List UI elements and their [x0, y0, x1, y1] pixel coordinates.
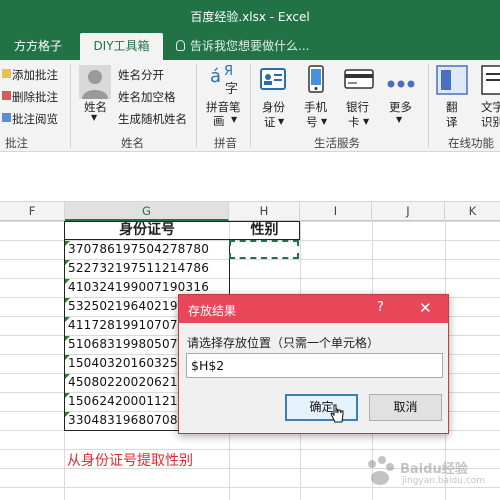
- column-header-g[interactable]: G: [65, 202, 229, 221]
- mobile-number-button-line2: 号: [306, 115, 318, 129]
- pinyin-icon-char: 字: [225, 82, 239, 97]
- add-comment-button[interactable]: 添加批注: [12, 67, 58, 83]
- group-label-name: 姓名: [121, 136, 144, 150]
- paw-logo-icon: [368, 456, 394, 485]
- table-row[interactable]: 370786197504278780: [66, 240, 229, 259]
- error-indicator: [65, 279, 70, 284]
- bank-card-button[interactable]: 银行: [346, 99, 369, 115]
- pinyin-icon-letter-r: Я: [224, 64, 234, 79]
- bank-card-icon: [344, 69, 374, 93]
- error-indicator: [65, 393, 70, 398]
- excel-window: { "window": {"title": "百度经验.xlsx - Excel…: [0, 0, 500, 500]
- lightbulb-icon: [176, 40, 185, 51]
- mobile-phone-icon: [308, 65, 324, 97]
- help-icon[interactable]: ?: [377, 300, 384, 315]
- comment-delete-icon: [2, 91, 11, 100]
- error-indicator: [65, 260, 70, 265]
- group-label-pinyin: 拼音: [214, 136, 237, 150]
- store-result-dialog: 存放结果 ? ✕ 请选择存放位置（只需一个单元格） $H$2 确定 取消: [178, 294, 449, 434]
- translate-button[interactable]: 翻: [446, 99, 458, 115]
- chevron-down-icon: ▼: [278, 117, 285, 126]
- id-card-icon: [260, 68, 286, 94]
- cancel-button[interactable]: 取消: [369, 394, 442, 421]
- column-headers: F G H I J K: [0, 202, 500, 221]
- ribbon-separator: [196, 64, 197, 148]
- gender-header[interactable]: 性别: [229, 221, 300, 240]
- dialog-title-bar[interactable]: 存放结果 ? ✕: [179, 295, 448, 323]
- chevron-down-icon: ▼: [91, 113, 98, 122]
- delete-comment-button[interactable]: 删除批注: [12, 89, 58, 105]
- window-title: 百度经验.xlsx - Excel: [190, 10, 310, 24]
- comment-add-icon: [2, 69, 11, 78]
- id-card-button-line2: 证: [264, 115, 276, 129]
- more-dots-icon: [387, 74, 415, 93]
- random-name-button[interactable]: 生成随机姓名: [118, 111, 187, 127]
- split-name-button[interactable]: 姓名分开: [118, 67, 164, 83]
- ribbon-separator: [250, 64, 251, 148]
- group-label-life-services: 生活服务: [314, 136, 360, 150]
- close-icon[interactable]: ✕: [419, 299, 432, 317]
- error-indicator: [65, 298, 70, 303]
- copy-marquee: [229, 240, 299, 259]
- table-row[interactable]: 522732197511214786: [66, 259, 229, 278]
- mobile-number-button[interactable]: 手机: [304, 99, 327, 115]
- ribbon-separator: [70, 64, 71, 148]
- column-header-k[interactable]: K: [445, 202, 500, 221]
- translate-button-line2: 译: [446, 115, 458, 129]
- name-add-space-button[interactable]: 姓名加空格: [118, 89, 176, 105]
- watermark-subtext: jingyan.baidu.com: [402, 476, 486, 486]
- translate-icon: [436, 65, 468, 99]
- column-header-f[interactable]: F: [0, 202, 65, 221]
- more-button[interactable]: 更多: [389, 99, 412, 115]
- cell-reference-input[interactable]: $H$2: [186, 353, 443, 378]
- error-indicator: [65, 241, 70, 246]
- tab-diy-toolbox[interactable]: DIY工具箱: [80, 33, 163, 60]
- comment-browse-icon: [2, 113, 11, 122]
- chevron-down-icon: ▼: [363, 117, 370, 126]
- group-label-annotate: 批注: [5, 136, 28, 150]
- title-bar: 百度经验.xlsx - Excel: [0, 0, 500, 33]
- column-header-h[interactable]: H: [229, 202, 300, 221]
- id-number-header[interactable]: 身份证号: [65, 221, 229, 240]
- group-label-online: 在线功能: [448, 136, 494, 150]
- ribbon: 添加批注 删除批注 批注阅览 批注 姓名 ▼ 姓名分开 姓名加空格 生成随机姓名…: [0, 60, 500, 152]
- dialog-prompt: 请选择存放位置（只需一个单元格）: [187, 336, 380, 350]
- pinyin-icon-letter: á: [210, 66, 222, 87]
- tab-fangfang[interactable]: 方方格子: [14, 33, 66, 60]
- ok-button[interactable]: 确定: [285, 394, 358, 421]
- text-recognition-icon: [481, 65, 500, 99]
- tell-me-text: 告诉我您想要做什么...: [190, 39, 310, 53]
- dialog-title: 存放结果: [188, 304, 237, 318]
- baidu-watermark: Baidu经验 jingyan.baidu.com: [360, 452, 490, 492]
- chevron-down-icon: ▼: [321, 117, 328, 126]
- text-recognition-button-line2: 识别: [481, 115, 500, 129]
- column-header-i[interactable]: I: [300, 202, 372, 221]
- watermark-text: Baidu经验: [400, 462, 468, 477]
- error-indicator: [65, 355, 70, 360]
- ribbon-tabs: 方方格子 DIY工具箱 告诉我您想要做什么...: [0, 33, 500, 60]
- chevron-down-icon: ▼: [231, 115, 238, 124]
- error-indicator: [65, 412, 70, 417]
- error-indicator: [65, 317, 70, 322]
- text-recognition-button[interactable]: 文字: [481, 99, 500, 115]
- error-indicator: [65, 374, 70, 379]
- column-header-j[interactable]: J: [372, 202, 445, 221]
- browse-comments-button[interactable]: 批注阅览: [12, 111, 58, 127]
- error-indicator: [65, 336, 70, 341]
- hand-cursor-icon: [330, 404, 344, 428]
- pinyin-stroke-button-line2: 画: [213, 114, 225, 128]
- person-icon: [79, 65, 111, 103]
- pinyin-icon: á Я 字: [210, 64, 242, 98]
- ribbon-separator: [428, 64, 429, 148]
- caption-text: 从身份证号提取性别: [67, 453, 193, 469]
- formula-area: [0, 152, 500, 202]
- chevron-down-icon: ▼: [396, 115, 403, 124]
- bank-card-button-line2: 卡: [348, 115, 360, 129]
- id-card-button[interactable]: 身份: [262, 99, 285, 115]
- tell-me-box[interactable]: 告诉我您想要做什么...: [176, 33, 309, 60]
